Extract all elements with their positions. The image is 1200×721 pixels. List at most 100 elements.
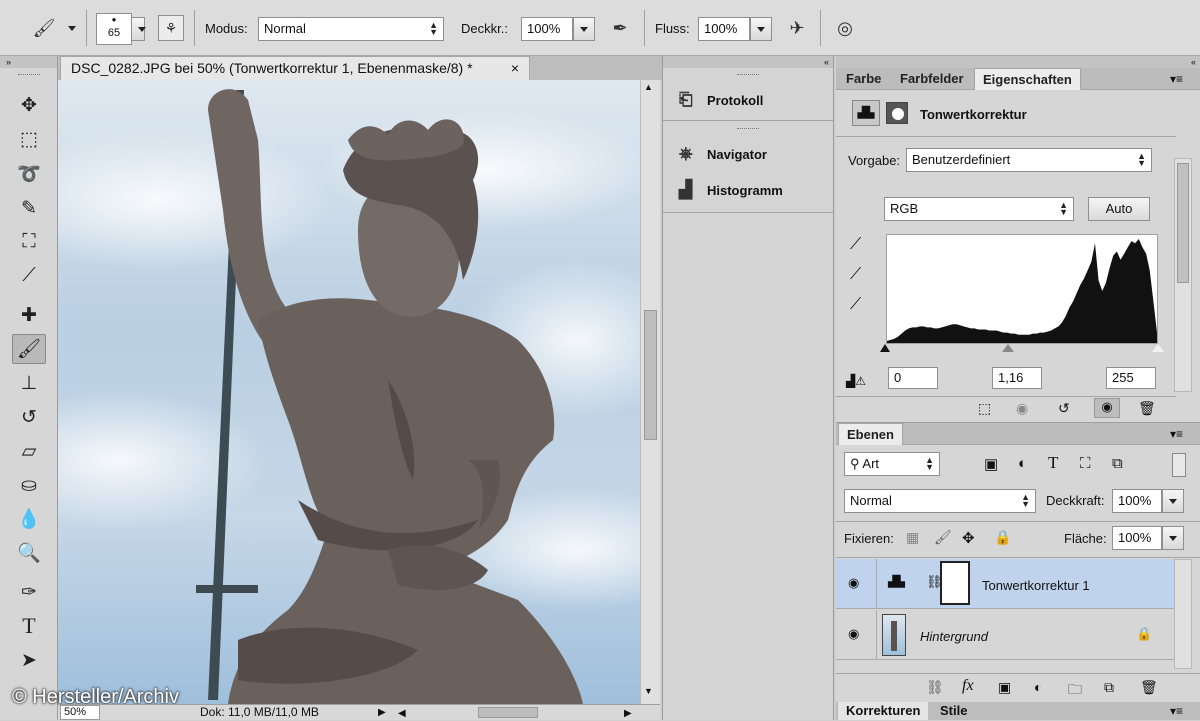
panel-menu-icon[interactable]: ▾≡ xyxy=(1170,72,1183,86)
levels-icon[interactable]: ▟▙ xyxy=(852,100,880,126)
lock-transparency-icon[interactable]: ▦ xyxy=(906,529,919,546)
add-mask-icon[interactable]: ▣ xyxy=(998,679,1011,696)
new-adjustment-icon[interactable]: ◐ xyxy=(1034,679,1042,695)
filter-shape-icon[interactable]: ⛶ xyxy=(1080,455,1091,472)
blur-tool-icon[interactable]: 💧 xyxy=(12,504,46,534)
fx-icon[interactable]: fx xyxy=(962,677,974,695)
document-canvas[interactable] xyxy=(58,80,640,704)
panel-menu-icon[interactable]: ▾≡ xyxy=(1170,427,1183,441)
lock-pixels-icon[interactable]: 🖌 xyxy=(934,529,952,546)
scroll-up-icon[interactable]: ▲ xyxy=(644,82,653,92)
stamp-tool-icon[interactable]: ⊥ xyxy=(12,368,46,398)
brush-preset-dropdown[interactable] xyxy=(131,17,146,41)
hscroll-thumb[interactable] xyxy=(478,707,538,718)
eraser-tool-icon[interactable]: ▱ xyxy=(12,436,46,466)
collapse-icon[interactable]: » xyxy=(0,56,57,68)
tab-farbfelder[interactable]: Farbfelder xyxy=(892,68,972,90)
auto-button[interactable]: Auto xyxy=(1088,197,1150,221)
fill-dropdown[interactable] xyxy=(1162,526,1184,550)
tab-farbe[interactable]: Farbe xyxy=(838,68,889,90)
hscroll-right-icon[interactable]: ▶ xyxy=(624,706,632,721)
path-selection-tool-icon[interactable]: ➤ xyxy=(12,645,46,675)
protokoll-panel-button[interactable]: ⎗ Protokoll xyxy=(679,90,763,110)
filter-adjustment-icon[interactable]: ◐ xyxy=(1018,455,1027,472)
eye-icon[interactable]: ◉ xyxy=(1094,398,1120,418)
eye-icon[interactable]: ◉ xyxy=(848,575,859,591)
mask-icon[interactable] xyxy=(886,102,908,124)
fill-input[interactable]: 100% xyxy=(1112,526,1162,550)
close-tab-icon[interactable]: × xyxy=(511,59,519,77)
brush-panel-toggle-icon[interactable]: ⚘ xyxy=(158,15,184,41)
document-tab[interactable]: DSC_0282.JPG bei 50% (Tonwertkorrektur 1… xyxy=(60,56,530,80)
trash-icon[interactable]: 🗑 xyxy=(1140,679,1158,696)
reset-icon[interactable]: ↺ xyxy=(1058,400,1070,417)
histogramm-panel-button[interactable]: ▟ Histogramm xyxy=(679,180,783,200)
paint-bucket-tool-icon[interactable]: ⛀ xyxy=(12,470,46,500)
properties-scrollbar[interactable] xyxy=(1174,158,1192,392)
link-layers-icon[interactable]: ⛓ xyxy=(926,679,944,696)
layers-scrollbar[interactable] xyxy=(1174,559,1192,669)
preset-select[interactable]: Benutzerdefiniert ▲ ▼ xyxy=(906,148,1152,172)
input-white[interactable]: 255 xyxy=(1106,367,1156,389)
gray-eyedropper-icon[interactable]: ⟋ xyxy=(850,266,861,284)
scroll-down-icon[interactable]: ▼ xyxy=(644,686,653,696)
move-tool-icon[interactable]: ✥ xyxy=(12,90,46,120)
tab-ebenen[interactable]: Ebenen xyxy=(838,423,903,445)
collapse-icon[interactable]: « xyxy=(836,56,1200,68)
hscroll-left-icon[interactable]: ◀ xyxy=(398,706,406,721)
layer-mask-thumbnail[interactable] xyxy=(940,561,970,605)
layer-opacity-input[interactable]: 100% xyxy=(1112,489,1162,513)
layer-row-levels[interactable]: ◉ ▟▙ ⛓ Tonwertkorrektur 1 xyxy=(836,559,1174,609)
type-tool-icon[interactable]: T xyxy=(12,611,46,641)
filter-pixel-icon[interactable]: ▣ xyxy=(984,455,998,473)
pen-tool-icon[interactable]: ✑ xyxy=(12,577,46,607)
tool-preset-dropdown-icon[interactable] xyxy=(68,26,76,31)
navigator-panel-button[interactable]: ⎈ Navigator xyxy=(679,144,767,164)
marquee-tool-icon[interactable]: ⬚ xyxy=(12,124,46,154)
input-black[interactable]: 0 xyxy=(888,367,938,389)
scroll-thumb[interactable] xyxy=(644,310,657,440)
lock-all-icon[interactable]: 🔒 xyxy=(994,529,1011,546)
flow-dropdown[interactable] xyxy=(750,17,772,41)
eyedropper-tool-icon[interactable]: ⟋ xyxy=(12,261,46,291)
black-eyedropper-icon[interactable]: ⟋ xyxy=(850,236,861,254)
collapse-icon[interactable]: « xyxy=(663,56,833,68)
filter-type-icon[interactable]: T xyxy=(1048,453,1058,473)
quick-selection-tool-icon[interactable]: ✎ xyxy=(12,193,46,223)
vertical-scrollbar[interactable]: ▲ ▼ xyxy=(640,80,660,704)
layer-opacity-dropdown[interactable] xyxy=(1162,489,1184,513)
brush-tool-icon[interactable]: 🖌 xyxy=(30,14,58,42)
blend-mode-select[interactable]: Normal ▲ ▼ xyxy=(844,489,1036,513)
tab-korrekturen[interactable]: Korrekturen xyxy=(838,702,929,720)
airbrush-icon[interactable]: ✈ xyxy=(783,14,811,42)
visibility-prev-icon[interactable]: ◉ xyxy=(1016,400,1028,417)
new-layer-icon[interactable]: ⧉ xyxy=(1104,679,1114,696)
pressure-size-icon[interactable]: ◎ xyxy=(831,14,859,42)
filter-toggle[interactable] xyxy=(1172,453,1186,477)
brush-preset-picker[interactable]: ● 65 xyxy=(96,13,132,45)
layer-name[interactable]: Tonwertkorrektur 1 xyxy=(982,578,1090,593)
crop-tool-icon[interactable]: ⛶ xyxy=(12,227,46,257)
pressure-opacity-icon[interactable]: ✒ xyxy=(606,14,634,42)
opacity-input[interactable]: 100% xyxy=(521,17,573,41)
lock-position-icon[interactable]: ✥ xyxy=(962,529,975,547)
channel-select[interactable]: RGB ▲ ▼ xyxy=(884,197,1074,221)
flow-input[interactable]: 100% xyxy=(698,17,750,41)
gamma-slider[interactable] xyxy=(1002,344,1014,352)
white-point-slider[interactable] xyxy=(1152,344,1164,352)
filter-kind-select[interactable]: ⚲ Art ▲ ▼ xyxy=(844,452,940,476)
dodge-tool-icon[interactable]: 🔍 xyxy=(12,538,46,568)
mode-select[interactable]: Normal ▲ ▼ xyxy=(258,17,444,41)
history-brush-tool-icon[interactable]: ↺ xyxy=(12,402,46,432)
filter-smartobject-icon[interactable]: ⧉ xyxy=(1112,455,1123,472)
panel-menu-icon[interactable]: ▾≡ xyxy=(1170,704,1183,718)
layer-name[interactable]: Hintergrund xyxy=(920,629,988,644)
opacity-dropdown[interactable] xyxy=(573,17,595,41)
new-group-icon[interactable]: 🗀 xyxy=(1068,679,1082,703)
layer-row-background[interactable]: ◉ Hintergrund 🔒 xyxy=(836,610,1174,660)
brush-tool-icon[interactable]: 🖌 xyxy=(12,334,46,364)
zoom-field[interactable]: 50% xyxy=(60,705,100,720)
white-eyedropper-icon[interactable]: ⟋ xyxy=(850,296,861,314)
black-point-slider[interactable] xyxy=(880,344,890,352)
eye-icon[interactable]: ◉ xyxy=(848,626,859,642)
